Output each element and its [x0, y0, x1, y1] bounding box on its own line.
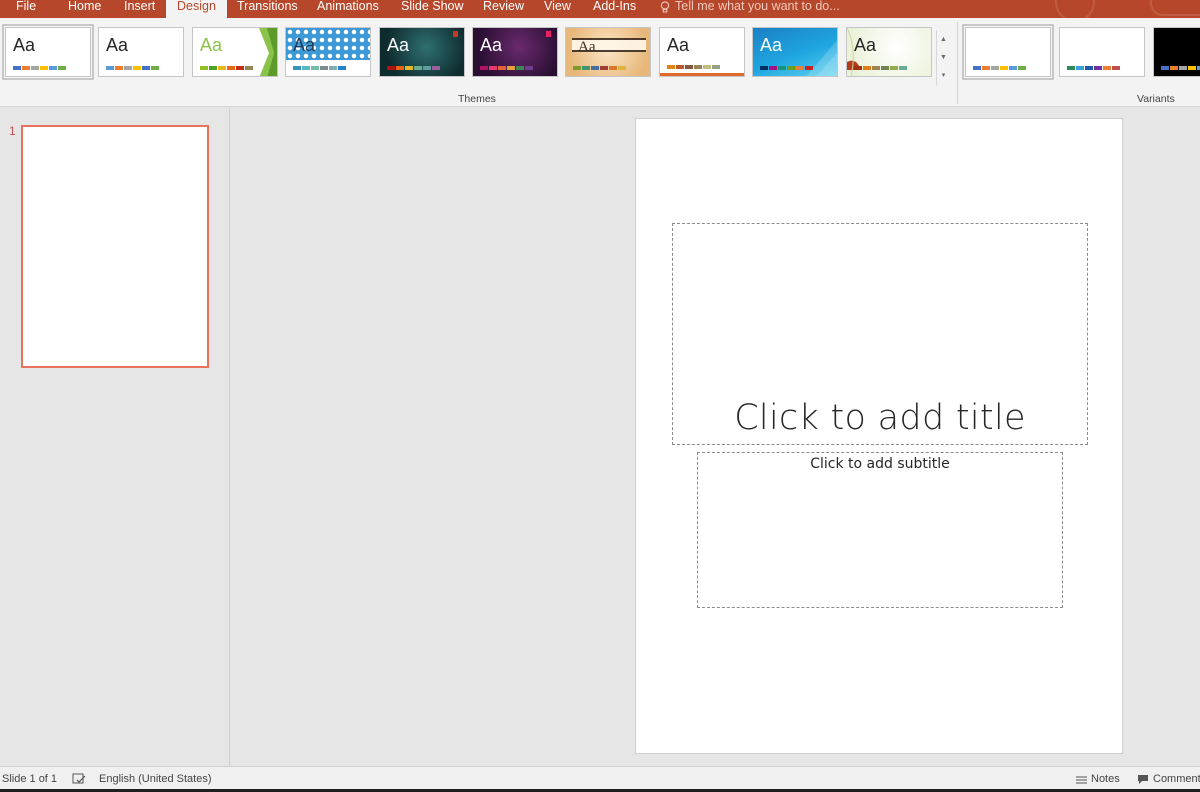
variants-group-label: Variants [1137, 93, 1175, 105]
theme-sample: Aa [387, 35, 410, 55]
tab-file[interactable]: File [16, 0, 36, 18]
theme-office-2[interactable]: Aa [98, 27, 184, 77]
theme-slice[interactable]: Aa [752, 27, 838, 77]
variant-swatches [973, 66, 1026, 70]
tab-review[interactable]: Review [483, 0, 524, 18]
theme-ion[interactable]: Aa [379, 27, 465, 77]
theme-organic[interactable]: Aa [565, 27, 651, 77]
theme-swatches [854, 66, 907, 70]
tell-me-text: Tell me what you want to do... [675, 0, 840, 13]
theme-sample: Aa [293, 35, 316, 55]
theme-swatches [667, 65, 720, 69]
variant-1[interactable] [962, 24, 1054, 80]
theme-sample: Aa [480, 35, 503, 55]
notes-label: Notes [1091, 773, 1120, 785]
ribbon-design: Aa Aa Aa Aa Aa Aa Aa Aa Aa Aa ▲ ▼ ▾ Them… [0, 18, 1200, 107]
chevron-up-icon: ▲ [940, 35, 947, 43]
ribbon-tab-bar: File Home Insert Design Transitions Anim… [0, 0, 1200, 18]
lightbulb-icon [660, 0, 670, 12]
spell-check-button[interactable] [72, 773, 86, 785]
decorative-shape [1150, 0, 1200, 16]
tab-design[interactable]: Design [166, 0, 227, 18]
chevron-down-icon: ▼ [940, 53, 947, 61]
slide-thumbnail-number: 1 [9, 124, 16, 138]
theme-sample: Aa [760, 35, 783, 55]
theme-swatches [573, 66, 626, 70]
comments-button[interactable]: Comments [1137, 773, 1200, 786]
theme-wisp[interactable]: Aa [846, 27, 932, 77]
tell-me-search[interactable]: Tell me what you want to do... [660, 0, 840, 13]
theme-decoration [546, 31, 551, 37]
theme-swatches [200, 66, 253, 70]
notes-icon [1076, 776, 1087, 783]
slide-counter: Slide 1 of 1 [2, 773, 58, 785]
comment-icon [1138, 775, 1148, 784]
themes-gallery-scroll: ▲ ▼ ▾ [936, 30, 950, 85]
theme-ion-boardroom[interactable]: Aa [472, 27, 558, 77]
notes-button[interactable]: Notes [1076, 773, 1120, 786]
theme-swatches [13, 66, 66, 70]
spell-check-icon [72, 773, 86, 784]
tab-transitions[interactable]: Transitions [237, 0, 298, 18]
theme-retrospect[interactable]: Aa [659, 27, 745, 77]
slide-thumbnail-pane: 1 [0, 108, 230, 766]
tab-animations[interactable]: Animations [317, 0, 379, 18]
theme-sample: Aa [578, 39, 596, 55]
group-separator [957, 22, 958, 104]
theme-facet[interactable]: Aa [192, 27, 278, 77]
theme-office[interactable]: Aa [2, 24, 94, 80]
subtitle-placeholder[interactable]: Click to add subtitle [697, 452, 1063, 608]
theme-sample: Aa [854, 35, 877, 55]
theme-swatches [480, 66, 533, 70]
theme-sample: Aa [200, 35, 223, 55]
title-placeholder[interactable]: Click to add title [672, 223, 1088, 445]
theme-swatches [760, 66, 813, 70]
comments-label: Comments [1153, 773, 1200, 785]
language-indicator[interactable]: English (United States) [99, 773, 212, 786]
theme-sample: Aa [13, 35, 36, 55]
theme-swatches [387, 66, 440, 70]
themes-group-label: Themes [458, 93, 496, 105]
theme-swatches [293, 66, 346, 70]
subtitle-placeholder-text: Click to add subtitle [810, 456, 950, 472]
tab-slide-show[interactable]: Slide Show [401, 0, 464, 18]
variant-swatches [1067, 66, 1120, 70]
theme-sample: Aa [667, 35, 690, 55]
slide-canvas[interactable]: Click to add title Click to add subtitle [635, 118, 1123, 754]
theme-integral-pattern[interactable]: Aa [285, 27, 371, 77]
tab-add-ins[interactable]: Add-Ins [593, 0, 636, 18]
tab-insert[interactable]: Insert [124, 0, 155, 18]
gallery-down-button[interactable]: ▼ [937, 48, 950, 66]
variant-swatches [1161, 66, 1200, 70]
tab-home[interactable]: Home [68, 0, 101, 18]
decorative-circle [1055, 0, 1095, 18]
slide-thumbnail[interactable] [21, 125, 209, 368]
variant-3[interactable] [1153, 27, 1200, 77]
title-placeholder-text: Click to add title [734, 398, 1026, 438]
theme-decoration [660, 73, 744, 76]
tab-view[interactable]: View [544, 0, 571, 18]
theme-sample: Aa [106, 35, 129, 55]
variant-2[interactable] [1059, 27, 1145, 77]
gallery-more-button[interactable]: ▾ [937, 66, 950, 84]
theme-swatches [106, 66, 159, 70]
gallery-up-button[interactable]: ▲ [937, 30, 950, 48]
theme-decoration [453, 31, 458, 37]
more-icon: ▾ [941, 72, 946, 79]
themes-gallery: Aa Aa Aa Aa Aa Aa Aa Aa Aa Aa ▲ ▼ ▾ [0, 24, 952, 98]
